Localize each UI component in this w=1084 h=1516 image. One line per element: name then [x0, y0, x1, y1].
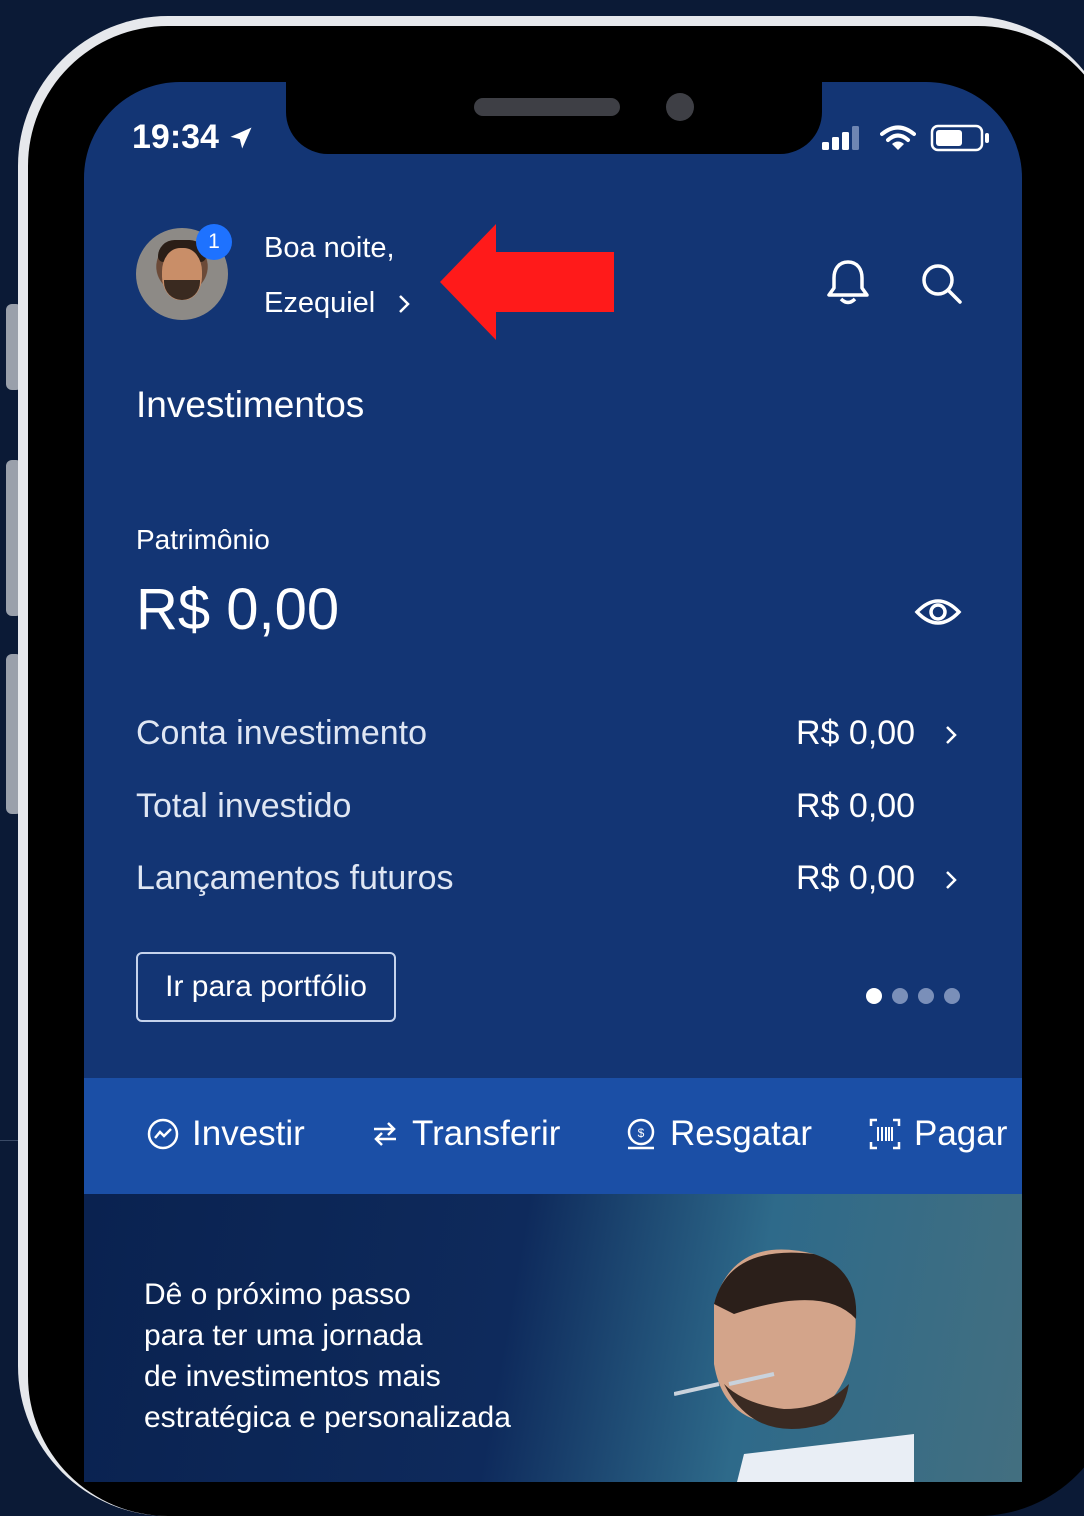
transfer-icon: [374, 1122, 396, 1146]
red-arrow-icon: [440, 224, 614, 340]
wifi-icon: [880, 125, 916, 150]
pagination-dot-active[interactable]: [866, 988, 882, 1004]
phone-notch: [286, 82, 822, 154]
portfolio-button[interactable]: Ir para portfólio: [136, 952, 396, 1022]
speaker-grille: [474, 98, 620, 116]
row-lancamentos-futuros[interactable]: Lançamentos futuros R$ 0,00: [136, 859, 976, 903]
invest-icon: [147, 1118, 179, 1150]
row-value: R$ 0,00: [796, 714, 916, 752]
row-value: R$ 0,00: [796, 787, 916, 825]
search-icon[interactable]: [920, 262, 964, 306]
row-label: Conta investimento: [136, 714, 428, 752]
row-total-investido: Total investido R$ 0,00: [136, 787, 976, 831]
pagination-dot[interactable]: [918, 988, 934, 1004]
promo-line: para ter uma jornada: [144, 1319, 423, 1352]
row-label: Lançamentos futuros: [136, 859, 454, 897]
chevron-right-icon: [399, 294, 411, 313]
bell-icon[interactable]: [826, 258, 870, 306]
row-label: Total investido: [136, 787, 352, 825]
promo-text: Dê o próximo passo para ter uma jornada …: [144, 1274, 584, 1438]
chevron-right-icon: [946, 726, 957, 744]
background-divider-left: [0, 1140, 18, 1141]
promo-line: estratégica e personalizada: [144, 1401, 511, 1434]
action-investir[interactable]: Investir: [146, 1114, 305, 1154]
eye-icon[interactable]: [914, 592, 962, 632]
row-value: R$ 0,00: [796, 859, 916, 897]
greeting-name: Ezequiel: [264, 287, 376, 319]
action-pagar[interactable]: Pagar: [868, 1114, 1007, 1154]
greeting-text: Boa noite,: [264, 232, 395, 264]
carousel-pagination[interactable]: [866, 988, 960, 1004]
chevron-right-icon: [946, 871, 957, 889]
status-indicators: [822, 124, 990, 152]
promo-line: de investimentos mais: [144, 1360, 441, 1393]
redeem-icon: $: [627, 1118, 655, 1150]
pagination-dot[interactable]: [944, 988, 960, 1004]
patrimonio-label: Patrimônio: [136, 524, 270, 555]
action-resgatar[interactable]: $ Resgatar: [624, 1114, 812, 1154]
section-title: Investimentos: [136, 384, 365, 425]
app-screen: 19:34 1 Boa noite, Ezequiel Investimento…: [84, 82, 1022, 1482]
promo-line: Dê o próximo passo: [144, 1278, 411, 1311]
row-conta-investimento[interactable]: Conta investimento R$ 0,00: [136, 714, 976, 758]
front-camera: [666, 93, 694, 121]
profile-link[interactable]: Ezequiel: [264, 287, 411, 320]
status-time: 19:34: [132, 118, 255, 157]
pagination-dot[interactable]: [892, 988, 908, 1004]
promo-banner[interactable]: Dê o próximo passo para ter uma jornada …: [84, 1194, 1022, 1482]
promo-person-image: [674, 1249, 914, 1482]
action-label: Pagar: [914, 1114, 1008, 1153]
svg-text:$: $: [638, 1126, 645, 1140]
battery-icon: [930, 124, 989, 152]
action-transferir[interactable]: Transferir: [370, 1114, 560, 1154]
action-label: Investir: [192, 1114, 305, 1153]
location-arrow-icon: [230, 127, 252, 148]
quick-actions-bar: Investir Transferir $ Resgatar Pagar: [84, 1078, 1022, 1194]
patrimonio-value: R$ 0,00: [136, 577, 340, 642]
cellular-signal-icon: [822, 126, 859, 150]
avatar-beard: [164, 280, 200, 300]
notification-badge: 1: [196, 224, 232, 260]
status-time-text: 19:34: [132, 118, 219, 156]
action-label: Resgatar: [670, 1114, 813, 1153]
action-label: Transferir: [412, 1114, 561, 1153]
barcode-icon: [869, 1118, 901, 1150]
